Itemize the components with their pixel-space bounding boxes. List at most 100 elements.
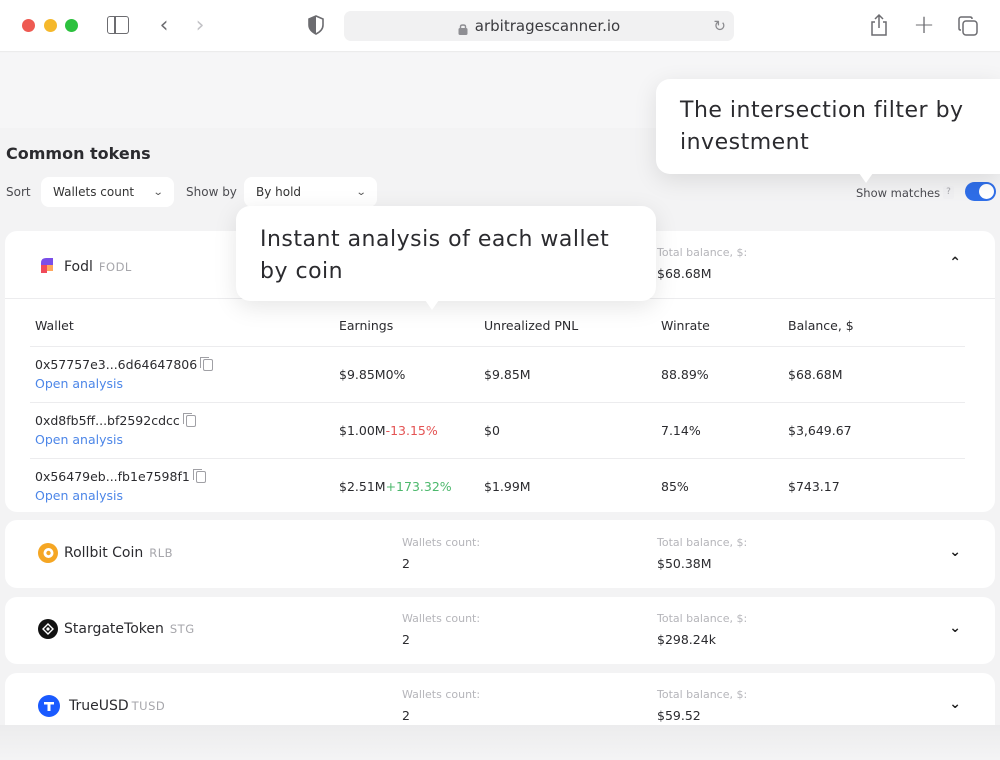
url-text: arbitragescanner.io	[474, 17, 621, 35]
table-row: 0x56479eb...fb1e7598f1 Open analysis $2.…	[30, 458, 965, 514]
wallet-address: 0x56479eb...fb1e7598f1	[35, 468, 206, 484]
show-by-label: Show by	[186, 185, 237, 199]
col-header-unrealized-pnl: Unrealized PNL	[484, 318, 579, 333]
browser-toolbar: ‹ › arbitragescanner.io ↻ +	[0, 0, 1000, 52]
token-symbol: STG	[169, 622, 195, 636]
wallets-count-label: Wallets count:	[402, 536, 481, 549]
total-balance-label: Total balance, $:	[657, 246, 748, 259]
col-header-winrate: Winrate	[661, 318, 710, 333]
bottom-fade	[0, 725, 1000, 760]
earnings-value: $2.51M	[339, 479, 386, 494]
earnings-cell: $9.85M0%	[339, 367, 405, 382]
wallets-count-value: 2	[402, 708, 410, 723]
token-title: TrueUSD TUSD	[38, 695, 165, 717]
token-name-text: Fodl	[64, 259, 93, 275]
token-name-text: Rollbit Coin	[64, 545, 144, 561]
tooltip-intersection-filter: The intersection filter by investment	[656, 79, 1000, 183]
close-window-button[interactable]	[22, 19, 35, 32]
chevron-down-icon: ⌄	[152, 186, 164, 198]
token-symbol: TUSD	[131, 699, 166, 713]
wallet-address-text: 0x56479eb...fb1e7598f1	[35, 469, 190, 484]
maximize-window-button[interactable]	[65, 19, 78, 32]
total-balance-value: $59.52	[657, 708, 701, 723]
unrealized-pnl-cell: $9.85M	[484, 367, 531, 382]
total-balance-value: $68.68M	[657, 266, 712, 281]
back-arrow-icon[interactable]: ‹	[154, 12, 174, 38]
show-matches-label: Show matches	[856, 186, 941, 200]
expand-chevron-down-icon[interactable]: ⌄	[949, 620, 961, 636]
total-balance-label: Total balance, $:	[657, 536, 748, 549]
token-title: Fodl FODL	[38, 257, 132, 277]
col-header-balance: Balance, $	[788, 318, 854, 333]
chevron-down-icon: ⌄	[355, 186, 367, 198]
show-by-select[interactable]: By hold ⌄	[244, 177, 377, 207]
token-symbol: FODL	[98, 260, 132, 274]
open-analysis-link[interactable]: Open analysis	[35, 432, 123, 447]
share-icon[interactable]	[869, 13, 889, 37]
open-analysis-link[interactable]: Open analysis	[35, 376, 123, 391]
forward-arrow-icon[interactable]: ›	[190, 12, 210, 38]
earnings-change: -13.15%	[385, 423, 438, 438]
rollbit-logo-icon	[38, 543, 58, 563]
earnings-cell: $1.00M-13.15%	[339, 423, 438, 438]
sidebar-toggle-icon[interactable]	[107, 16, 129, 34]
earnings-cell: $2.51M+173.32%	[339, 479, 452, 494]
winrate-cell: 7.14%	[661, 423, 701, 438]
earnings-value: $9.85M	[339, 367, 386, 382]
token-symbol: RLB	[149, 546, 174, 560]
open-analysis-link[interactable]: Open analysis	[35, 488, 123, 503]
expand-chevron-down-icon[interactable]: ⌄	[949, 544, 961, 560]
sort-select[interactable]: Wallets count ⌄	[41, 177, 174, 207]
copy-icon[interactable]	[182, 412, 196, 427]
winrate-cell: 85%	[661, 479, 689, 494]
collapse-chevron-up-icon[interactable]: ⌃	[949, 255, 961, 271]
sort-select-value: Wallets count	[53, 185, 135, 199]
trueusd-logo-icon	[38, 695, 60, 717]
col-header-earnings: Earnings	[339, 318, 394, 333]
token-card-trueusd[interactable]: TrueUSD TUSD Wallets count: 2 Total bala…	[5, 673, 995, 725]
expand-chevron-down-icon[interactable]: ⌄	[949, 696, 961, 712]
total-balance-label: Total balance, $:	[657, 612, 748, 625]
lock-icon	[458, 21, 468, 35]
wallets-count-label: Wallets count:	[402, 688, 481, 701]
total-balance-value: $298.24k	[657, 632, 716, 647]
copy-icon[interactable]	[192, 468, 206, 483]
table-row: 0x57757e3...6d64647806 Open analysis $9.…	[30, 346, 965, 402]
minimize-window-button[interactable]	[44, 19, 57, 32]
total-balance-label: Total balance, $:	[657, 688, 748, 701]
earnings-change: +173.32%	[385, 479, 452, 494]
table-row: 0xd8fb5ff...bf2592cdcc Open analysis $1.…	[30, 402, 965, 458]
address-bar[interactable]: arbitragescanner.io ↻	[344, 11, 734, 41]
reload-icon[interactable]: ↻	[713, 17, 726, 35]
total-balance-value: $50.38M	[657, 556, 712, 571]
token-title: StargateToken STG	[38, 619, 195, 639]
wallets-count-value: 2	[402, 556, 410, 571]
wallet-address: 0xd8fb5ff...bf2592cdcc	[35, 412, 196, 428]
wallet-address: 0x57757e3...6d64647806	[35, 356, 214, 372]
wallet-address-text: 0x57757e3...6d64647806	[35, 357, 198, 372]
balance-cell: $3,649.67	[788, 423, 852, 438]
winrate-cell: 88.89%	[661, 367, 709, 382]
privacy-shield-icon[interactable]	[307, 15, 325, 35]
token-name-text: TrueUSD	[69, 698, 129, 714]
tab-overview-icon[interactable]	[957, 15, 979, 37]
wallet-address-text: 0xd8fb5ff...bf2592cdcc	[35, 413, 180, 428]
fodl-logo-icon	[38, 257, 58, 277]
earnings-value: $1.00M	[339, 423, 386, 438]
wallets-count-value: 2	[402, 632, 410, 647]
tooltip-instant-analysis: Instant analysis of each wallet by coin	[236, 206, 656, 310]
sort-label: Sort	[6, 185, 31, 199]
col-header-wallet: Wallet	[35, 318, 74, 333]
token-title: Rollbit Coin RLB	[38, 543, 173, 563]
balance-cell: $743.17	[788, 479, 840, 494]
page-title: Common tokens	[6, 144, 151, 163]
token-card-rollbit[interactable]: Rollbit Coin RLB Wallets count: 2 Total …	[5, 520, 995, 588]
earnings-change: 0%	[385, 367, 406, 382]
show-matches-toggle[interactable]	[965, 182, 996, 201]
help-icon[interactable]: ?	[943, 186, 954, 199]
show-by-select-value: By hold	[256, 185, 302, 199]
new-tab-icon[interactable]: +	[913, 10, 935, 40]
unrealized-pnl-cell: $1.99M	[484, 479, 531, 494]
copy-icon[interactable]	[200, 356, 214, 371]
token-card-stargate[interactable]: StargateToken STG Wallets count: 2 Total…	[5, 597, 995, 664]
